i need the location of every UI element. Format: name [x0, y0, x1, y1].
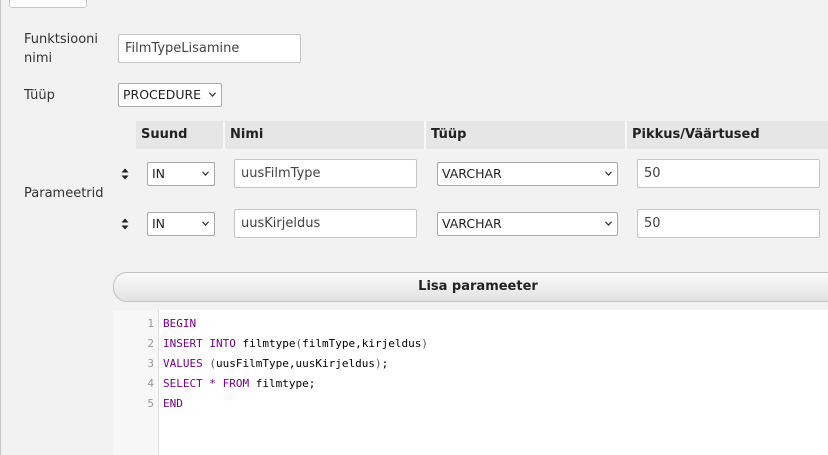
line-number: 3	[147, 357, 154, 370]
function-name-label: Funktsiooni nimi	[24, 32, 99, 66]
code-token: )	[421, 337, 428, 350]
code-token: filmtype	[235, 337, 296, 350]
line-number: 5	[147, 397, 154, 410]
sql-keyword: END	[163, 397, 183, 410]
chevron-down-icon	[209, 92, 216, 97]
column-header-name: Nimi	[225, 121, 426, 149]
code-token: uusFilmType,uusKirjeldus	[216, 357, 375, 370]
chevron-down-icon	[202, 221, 209, 226]
sql-keyword: *	[209, 377, 216, 390]
line-number-gutter: 1 2 3 4 5	[113, 310, 159, 455]
routine-type-select[interactable]: PROCEDURE	[118, 83, 222, 107]
param-name-input[interactable]: uusKirjeldus	[234, 209, 417, 238]
routine-editor-panel: Funktsiooni nimi FilmTypeLisamine Tüüp P…	[0, 0, 828, 455]
param-type-value: VARCHAR	[442, 216, 502, 231]
param-direction-value: IN	[152, 166, 166, 181]
code-editor[interactable]: 12345 BEGIN INSERT INTO filmtype(filmType…	[113, 310, 828, 455]
param-type-select[interactable]: VARCHAR	[437, 162, 618, 186]
param-direction-select[interactable]: IN	[147, 212, 215, 236]
top-tab[interactable]	[9, 0, 87, 8]
column-header-direction: Suund	[136, 121, 225, 149]
sql-keyword: INSERT	[163, 337, 203, 350]
code-line[interactable]: SELECT * FROM filmtype;	[163, 374, 315, 394]
code-token: filmType,kirjeldus	[302, 337, 422, 350]
chevron-down-icon	[202, 171, 209, 176]
sql-keyword: VALUES	[163, 357, 203, 370]
sql-keyword: BEGIN	[163, 317, 197, 330]
code-token: filmtype;	[249, 377, 316, 390]
chevron-down-icon	[605, 221, 612, 226]
code-line[interactable]: INSERT INTO filmtype(filmType,kirjeldus)	[163, 334, 428, 354]
line-number: 4	[147, 377, 154, 390]
line-number: 2	[147, 337, 154, 350]
parameters-label: Parameetrid	[24, 186, 104, 201]
code-token: )	[374, 357, 382, 370]
line-number: 1	[147, 317, 154, 330]
type-label: Tüüp	[24, 88, 55, 103]
function-name-input[interactable]: FilmTypeLisamine	[118, 34, 301, 63]
column-header-type: Tüüp	[426, 121, 627, 149]
sql-keyword: SELECT	[163, 377, 203, 390]
drag-handle-icon[interactable]	[120, 218, 130, 230]
code-token: ;	[381, 357, 389, 370]
code-line[interactable]: BEGIN	[163, 314, 196, 334]
param-type-value: VARCHAR	[442, 166, 502, 181]
param-type-select[interactable]: VARCHAR	[437, 212, 618, 236]
code-line[interactable]: VALUES (uusFilmType,uusKirjeldus);	[163, 354, 388, 374]
chevron-down-icon	[605, 171, 612, 176]
code-line[interactable]: END	[163, 394, 183, 414]
code-token: (	[209, 357, 216, 370]
add-parameter-button[interactable]: Lisa parameeter	[113, 272, 828, 302]
param-name-input[interactable]: uusFilmType	[234, 159, 417, 188]
routine-type-value: PROCEDURE	[123, 87, 202, 102]
column-header-length: Pikkus/Väärtused	[627, 121, 828, 149]
param-direction-select[interactable]: IN	[147, 162, 215, 186]
sql-keyword: INTO	[209, 337, 236, 350]
sql-keyword: FROM	[222, 377, 250, 390]
param-direction-value: IN	[152, 216, 166, 231]
drag-handle-icon[interactable]	[120, 168, 130, 180]
param-length-input[interactable]: 50	[637, 159, 820, 188]
param-length-input[interactable]: 50	[637, 209, 820, 238]
